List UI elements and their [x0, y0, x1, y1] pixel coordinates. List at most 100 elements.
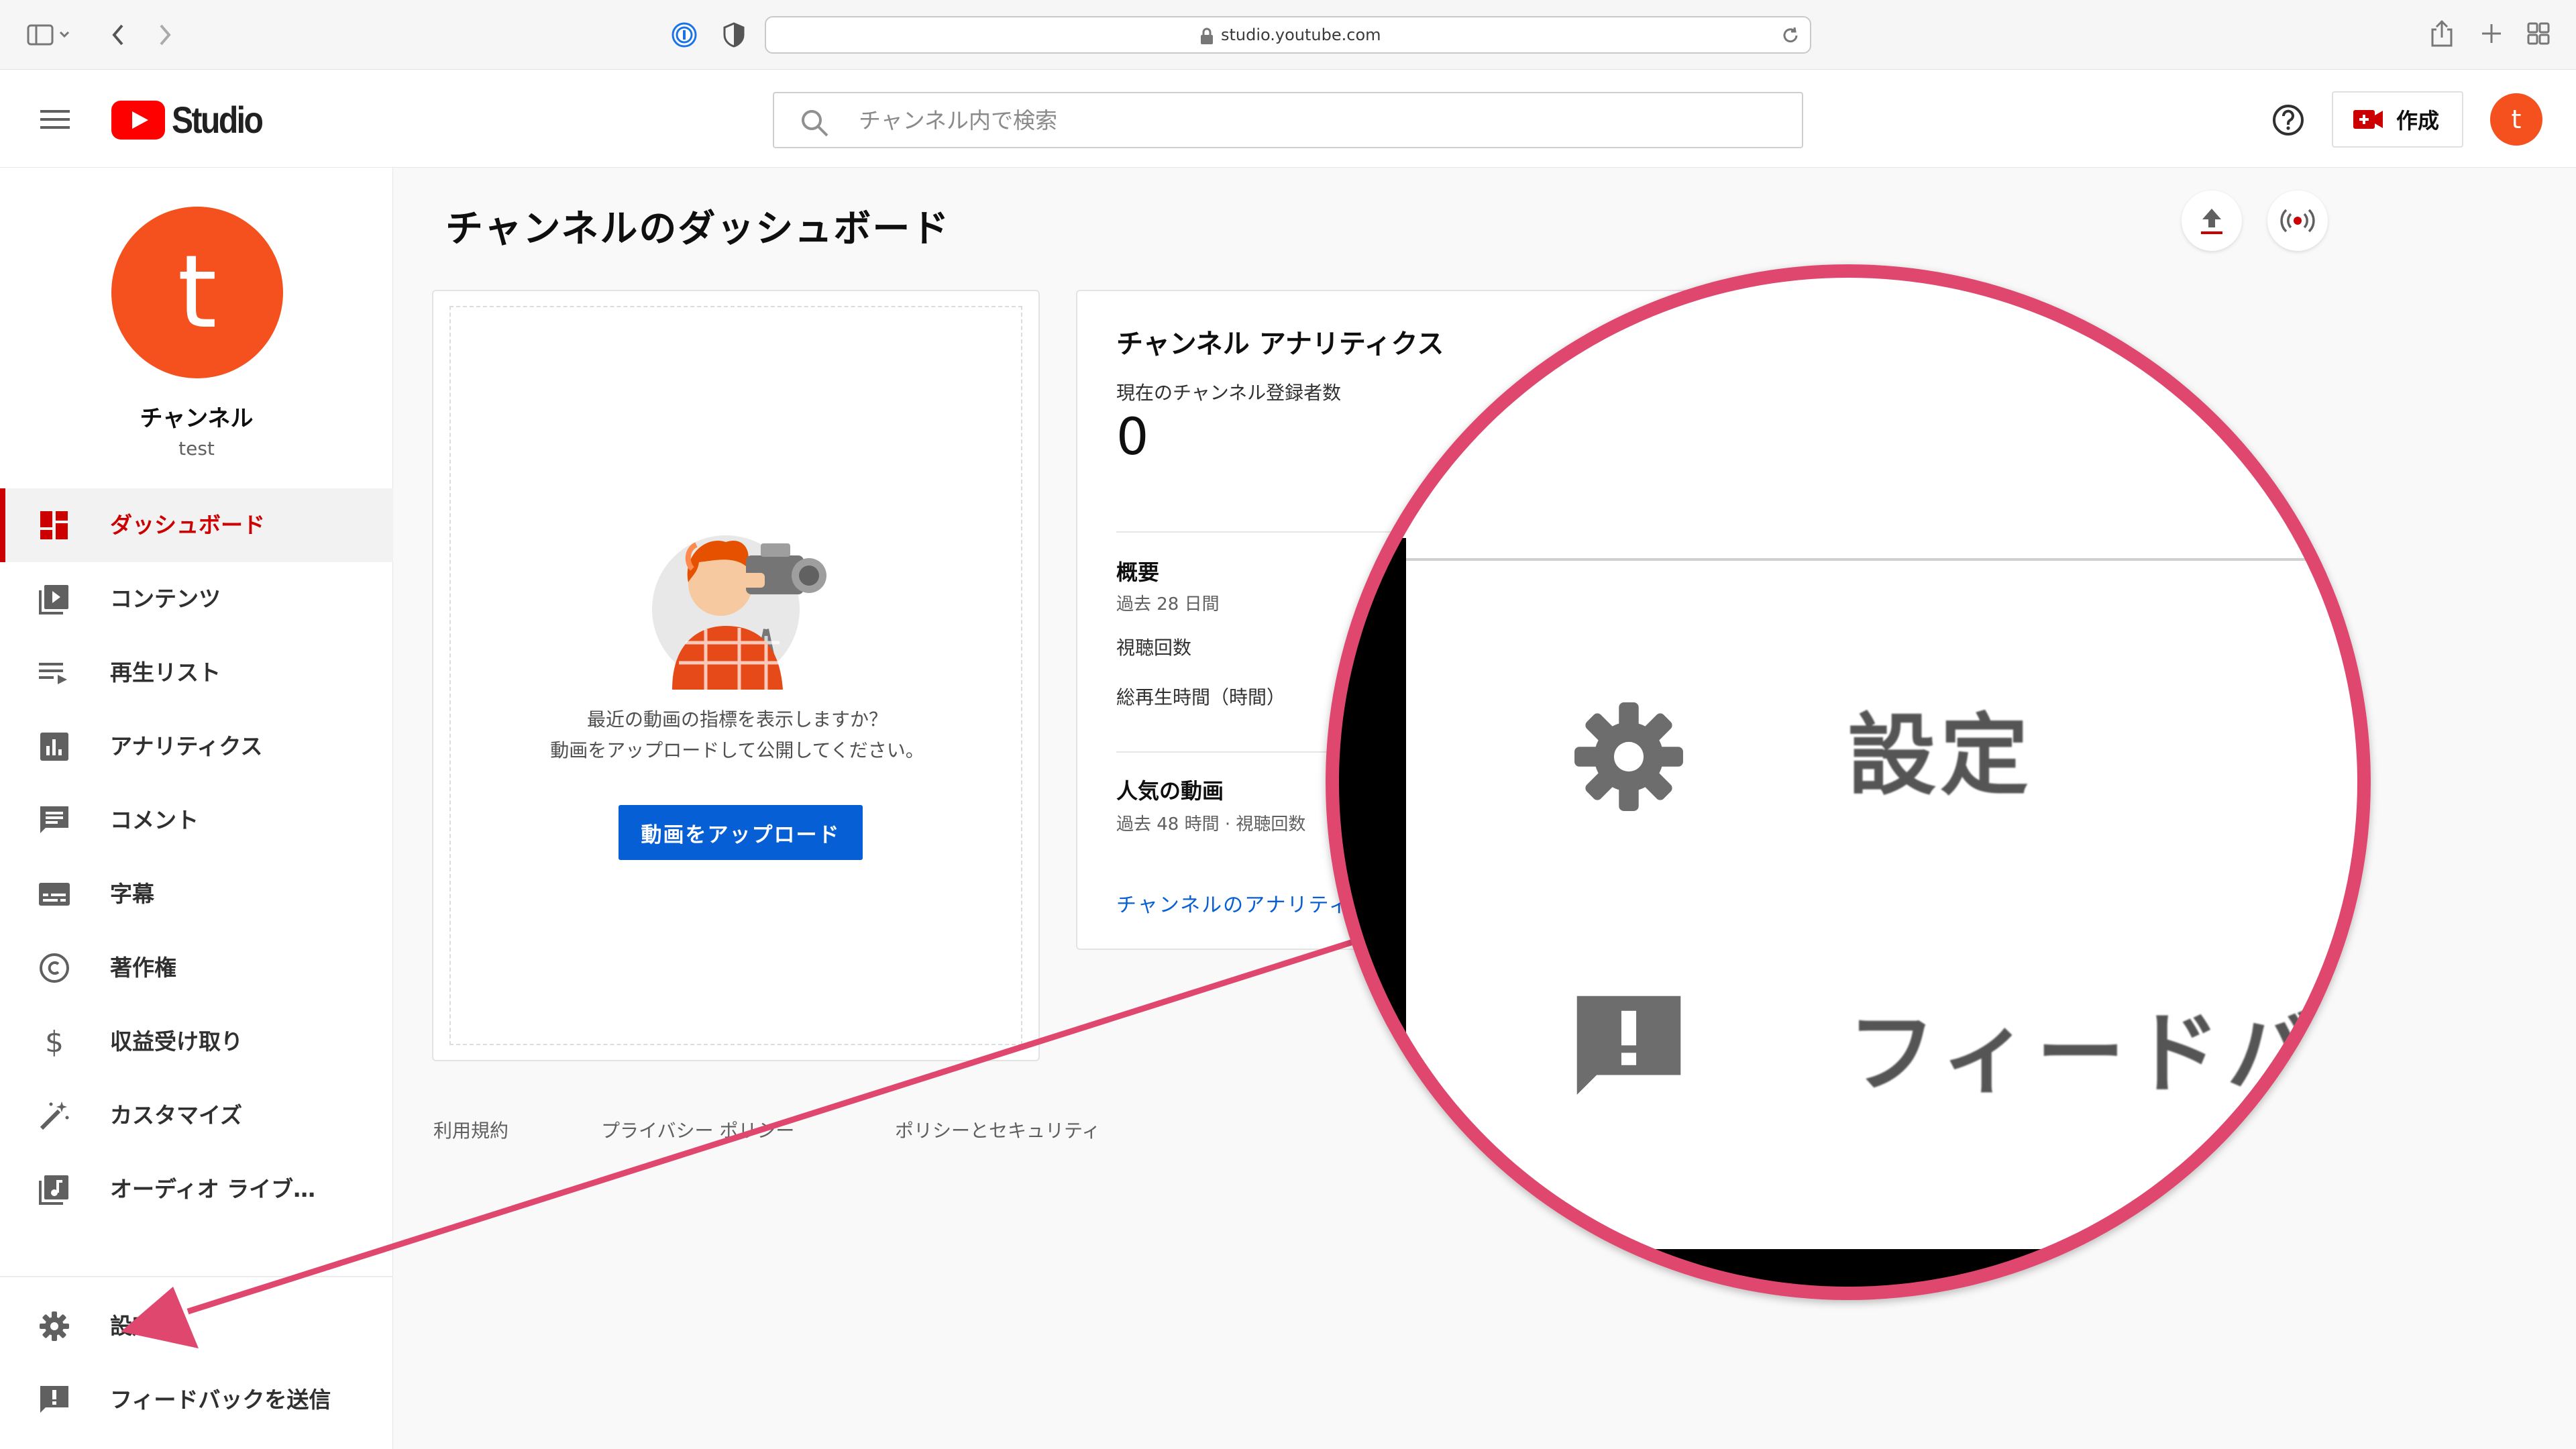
sidebar-bottom-nav: 設定 フィードバックを送信 [0, 1289, 393, 1437]
sidebar-item-dashboard[interactable]: ダッシュボード [0, 488, 393, 562]
sidebar-nav: ダッシュボード コンテンツ 再生リスト アナリティクス コメント 字幕 著作権 … [0, 488, 393, 1226]
video-camera-icon [2353, 109, 2384, 130]
upload-video-button[interactable]: 動画をアップロード [619, 805, 863, 860]
sidebar-item-customize[interactable]: カスタマイズ [0, 1079, 393, 1152]
policy-security-link[interactable]: ポリシーとセキュリティ [895, 1116, 1100, 1143]
privacy-shield-icon[interactable] [722, 21, 746, 48]
upload-button[interactable] [2182, 191, 2242, 251]
sidebar-item-audio-library[interactable]: オーディオ ライブ… [0, 1152, 393, 1226]
summary-period: 過去 28 日間 [1116, 594, 1220, 614]
sidebar-toggle-icon[interactable] [27, 23, 70, 47]
playlist-icon [38, 656, 71, 690]
browser-toolbar: studio.youtube.com [0, 0, 2576, 70]
comment-icon [38, 804, 71, 837]
feedback-icon [38, 1383, 71, 1417]
channel-avatar[interactable]: t [111, 207, 283, 378]
sidebar-item-label: 設定 [110, 1313, 154, 1339]
sidebar-item-label: カスタマイズ [110, 1102, 243, 1128]
sidebar-divider [0, 1276, 393, 1277]
sidebar: t チャンネル test ダッシュボード コンテンツ 再生リスト アナリティクス [0, 168, 393, 1449]
watch-time-label: 総再生時間（時間） [1116, 686, 1286, 708]
dollar-icon: $ [38, 1025, 71, 1059]
forward-icon[interactable] [156, 21, 174, 48]
copyright-icon [38, 951, 71, 985]
popular-videos-period: 過去 48 時間 · 視聴回数 [1116, 814, 1306, 835]
sidebar-item-label: コメント [110, 807, 199, 833]
lock-icon [1199, 27, 1214, 46]
channel-name: チャンネル [140, 405, 254, 432]
sidebar-item-settings[interactable]: 設定 [0, 1289, 393, 1363]
subscribers-count: 0 [1116, 407, 1149, 466]
youtube-play-icon [111, 100, 165, 140]
account-avatar[interactable]: t [2490, 93, 2542, 146]
gear-icon [38, 1309, 71, 1343]
upload-prompt: 最近の動画の指標を表示しますか？ 動画をアップロードして公開してください。 [451, 704, 1024, 766]
magic-wand-icon [38, 1099, 71, 1132]
new-tab-icon[interactable] [2479, 21, 2504, 46]
url-text: studio.youtube.com [1221, 25, 1381, 44]
magnified-settings-label: 設定 [1847, 704, 2033, 808]
tab-overview-icon[interactable] [2526, 21, 2551, 46]
create-button[interactable]: 作成 [2332, 91, 2463, 148]
upload-prompt-line1: 最近の動画の指標を表示しますか？ [586, 708, 888, 731]
gear-icon [1567, 695, 1690, 818]
create-label: 作成 [2396, 108, 2440, 133]
sidebar-item-label: 再生リスト [110, 659, 221, 686]
sidebar-item-label: 収益受け取り [110, 1028, 243, 1055]
popular-videos-title: 人気の動画 [1116, 778, 1224, 804]
address-bar[interactable]: studio.youtube.com [765, 16, 1811, 54]
sidebar-item-feedback[interactable]: フィードバックを送信 [0, 1363, 393, 1437]
sidebar-item-playlists[interactable]: 再生リスト [0, 636, 393, 710]
subscribers-label: 現在のチャンネル登録者数 [1116, 382, 1342, 404]
sidebar-item-label: オーディオ ライブ… [110, 1176, 316, 1202]
live-broadcast-icon [2279, 207, 2316, 234]
summary-title: 概要 [1116, 559, 1160, 585]
sidebar-item-content[interactable]: コンテンツ [0, 562, 393, 636]
reload-icon[interactable] [1780, 25, 1801, 46]
sidebar-item-analytics[interactable]: アナリティクス [0, 710, 393, 784]
help-icon[interactable] [2271, 103, 2305, 137]
upload-prompt-line2: 動画をアップロードして公開してください。 [550, 739, 924, 761]
password-manager-icon[interactable] [671, 21, 698, 48]
channel-search-box[interactable] [773, 92, 1803, 148]
cameraman-illustration [645, 508, 847, 690]
youtube-studio-logo[interactable]: Studio [111, 98, 276, 142]
go-live-button[interactable] [2267, 191, 2328, 251]
magnified-feedback-label: フィードバ [1847, 1002, 2322, 1106]
search-input[interactable] [857, 103, 1770, 138]
analytics-icon [38, 730, 71, 763]
upload-dropzone: 最近の動画の指標を表示しますか？ 動画をアップロードして公開してください。 動画… [449, 306, 1022, 1045]
upload-video-card: 最近の動画の指標を表示しますか？ 動画をアップロードして公開してください。 動画… [432, 290, 1040, 1061]
dashboard-icon [38, 508, 71, 542]
audio-library-icon [38, 1173, 71, 1206]
sidebar-item-label: アナリティクス [110, 733, 263, 759]
magnifier-shadow [1331, 1249, 2365, 1295]
sidebar-item-label: ダッシュボード [110, 512, 265, 538]
sidebar-item-subtitles[interactable]: 字幕 [0, 857, 393, 931]
sidebar-item-label: 字幕 [110, 881, 154, 907]
privacy-policy-link[interactable]: プライバシー ポリシー [601, 1116, 794, 1143]
sidebar-item-label: フィードバックを送信 [110, 1387, 331, 1413]
subtitles-icon [38, 877, 71, 911]
search-icon [800, 108, 829, 138]
channel-analytics-link[interactable]: チャンネルのアナリティ [1116, 888, 1350, 918]
hamburger-menu-icon[interactable] [39, 109, 72, 130]
sidebar-item-copyright[interactable]: 著作権 [0, 931, 393, 1005]
sidebar-item-comments[interactable]: コメント [0, 784, 393, 857]
sidebar-item-label: 著作権 [110, 955, 176, 981]
studio-header: Studio 作成 t [0, 70, 2576, 168]
terms-link[interactable]: 利用規約 [433, 1116, 508, 1143]
back-icon[interactable] [109, 21, 127, 48]
sidebar-item-earn[interactable]: $ 収益受け取り [0, 1005, 393, 1079]
svg-text:$: $ [45, 1025, 64, 1059]
magnifier-shadow [1331, 538, 1406, 1295]
views-label: 視聴回数 [1116, 637, 1192, 659]
video-library-icon [38, 582, 71, 616]
page-title: チャンネルのダッシュボード [445, 207, 951, 251]
sidebar-item-label: コンテンツ [110, 586, 221, 612]
upload-icon [2198, 206, 2225, 235]
share-icon[interactable] [2430, 19, 2454, 48]
logo-text: Studio [172, 99, 264, 141]
analytics-title: チャンネル アナリティクス [1116, 329, 1444, 360]
channel-handle: test [178, 437, 215, 460]
